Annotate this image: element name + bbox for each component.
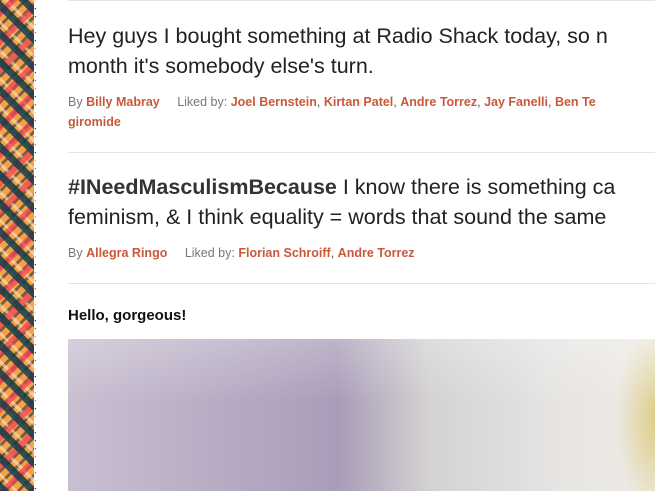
liker-link[interactable]: Joel Bernstein — [231, 95, 317, 109]
author-link[interactable]: Allegra Ringo — [86, 246, 167, 260]
post-2-text: I know there is something ca — [336, 175, 616, 199]
hashtag-link[interactable]: #INeedMasculismBecause — [68, 175, 337, 199]
liker-link[interactable]: Ben Te — [555, 95, 596, 109]
divider — [68, 0, 655, 1]
page: Hey guys I bought something at Radio Sha… — [0, 0, 655, 491]
author-link[interactable]: Billy Mabray — [86, 95, 160, 109]
liker-link[interactable]: Florian Schroiff — [238, 246, 330, 260]
post-1-text-line-1: Hey guys I bought something at Radio Sha… — [68, 24, 608, 48]
divider — [68, 283, 655, 284]
divider — [68, 152, 655, 153]
by-label: By — [68, 246, 83, 260]
liker-link[interactable]: Kirtan Patel — [324, 95, 393, 109]
plaid-sidebar-border — [0, 0, 42, 491]
by-label: By — [68, 95, 83, 109]
post-1-text-line-2: month it's somebody else's turn. — [68, 54, 374, 78]
liked-by-label: Liked by: — [177, 95, 228, 109]
post-1-meta: By Billy Mabray Liked by: Joel Bernstein… — [68, 95, 596, 109]
post-2-meta: By Allegra Ringo Liked by: Florian Schro… — [68, 246, 415, 260]
liker-link[interactable]: Andre Torrez — [400, 95, 477, 109]
post-1-meta-line-2: giromide — [68, 113, 121, 131]
liker-link[interactable]: giromide — [68, 115, 121, 129]
post-2-text-line-2: feminism, & I think equality = words tha… — [68, 205, 607, 229]
post-2-text-line-1: #INeedMasculismBecause I know there is s… — [68, 173, 615, 202]
post-photo[interactable] — [68, 339, 655, 491]
liker-link[interactable]: Jay Fanelli — [484, 95, 548, 109]
liker-link[interactable]: Andre Torrez — [338, 246, 415, 260]
liked-by-label: Liked by: — [184, 246, 235, 260]
photo-post-title: Hello, gorgeous! — [68, 307, 187, 324]
